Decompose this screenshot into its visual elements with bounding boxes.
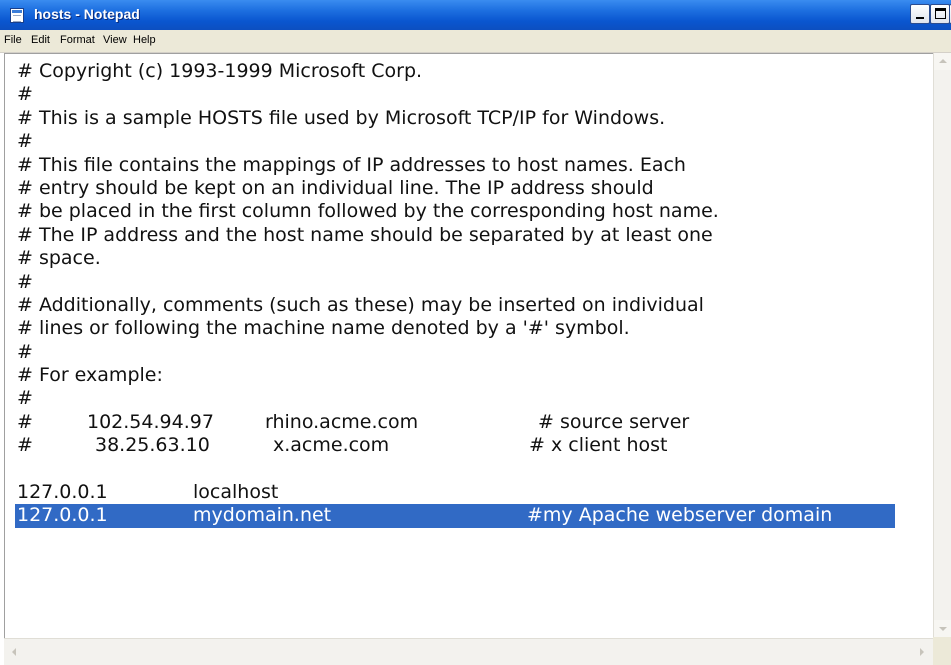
text-line[interactable]: #	[17, 130, 895, 153]
menu-bar: File Edit Format View Help	[0, 30, 951, 53]
text-line[interactable]: #	[17, 341, 895, 364]
text-line[interactable]: #	[17, 271, 895, 294]
scroll-down-icon[interactable]	[934, 620, 951, 637]
entry-host: localhost	[193, 481, 279, 504]
hosts-file-content[interactable]: # Copyright (c) 1993-1999 Microsoft Corp…	[15, 60, 895, 528]
menu-format[interactable]: Format	[60, 34, 95, 46]
menu-help[interactable]: Help	[133, 34, 156, 46]
text-line[interactable]: # This file contains the mappings of IP …	[17, 154, 895, 177]
blank-line[interactable]	[17, 458, 895, 481]
example-row[interactable]: # 38.25.63.10 x.acme.com # x client host	[17, 434, 895, 457]
notepad-window: hosts - Notepad x File Edit Format View …	[0, 0, 951, 665]
example-ip: 102.54.94.97	[87, 410, 214, 433]
text-line[interactable]: #	[17, 387, 895, 410]
window-title: hosts - Notepad	[34, 6, 140, 22]
maximize-button[interactable]	[930, 4, 950, 24]
example-hash: #	[17, 434, 33, 457]
entry-ip: 127.0.0.1	[17, 481, 108, 504]
example-host: x.acme.com	[273, 434, 390, 457]
example-hash: #	[17, 410, 33, 433]
entry-comment: #my Apache webserver domain	[527, 504, 833, 527]
text-line[interactable]: # This is a sample HOSTS file used by Mi…	[17, 107, 895, 130]
scroll-right-icon[interactable]	[913, 643, 931, 661]
horizontal-scrollbar[interactable]	[4, 638, 933, 665]
text-line[interactable]: # For example:	[17, 364, 895, 387]
example-row[interactable]: # 102.54.94.97 rhino.acme.com # source s…	[17, 411, 895, 434]
scroll-up-icon[interactable]	[934, 53, 951, 70]
example-comment: # source server	[538, 410, 690, 433]
host-entry-selected[interactable]: 127.0.0.1 mydomain.net #my Apache webser…	[15, 504, 895, 528]
text-line[interactable]: # The IP address and the host name shoul…	[17, 224, 895, 247]
notepad-icon[interactable]	[10, 8, 24, 23]
maximize-icon	[935, 8, 946, 19]
text-line[interactable]: # be placed in the first column followed…	[17, 200, 895, 223]
text-line[interactable]: # lines or following the machine name de…	[17, 317, 895, 340]
example-ip: 38.25.63.10	[95, 434, 210, 457]
menu-file[interactable]: File	[4, 34, 22, 46]
text-line[interactable]: # space.	[17, 247, 895, 270]
menu-view[interactable]: View	[103, 34, 127, 46]
minimize-button[interactable]	[910, 4, 930, 24]
entry-host: mydomain.net	[193, 504, 332, 527]
title-bar[interactable]: hosts - Notepad x	[0, 0, 951, 30]
example-comment: # x client host	[529, 434, 668, 457]
text-line[interactable]: # entry should be kept on an individual …	[17, 177, 895, 200]
example-host: rhino.acme.com	[265, 410, 419, 433]
menu-edit[interactable]: Edit	[31, 34, 50, 46]
entry-ip: 127.0.0.1	[17, 504, 108, 527]
minimize-icon	[916, 17, 924, 19]
host-entry[interactable]: 127.0.0.1 localhost	[17, 481, 895, 504]
scroll-left-icon[interactable]	[6, 643, 24, 661]
text-line[interactable]: # Copyright (c) 1993-1999 Microsoft Corp…	[17, 60, 895, 83]
text-line[interactable]: #	[17, 83, 895, 106]
text-editor[interactable]: # Copyright (c) 1993-1999 Microsoft Corp…	[4, 53, 934, 665]
size-grip[interactable]	[933, 637, 951, 665]
text-line[interactable]: # Additionally, comments (such as these)…	[17, 294, 895, 317]
vertical-scrollbar[interactable]	[933, 53, 951, 637]
